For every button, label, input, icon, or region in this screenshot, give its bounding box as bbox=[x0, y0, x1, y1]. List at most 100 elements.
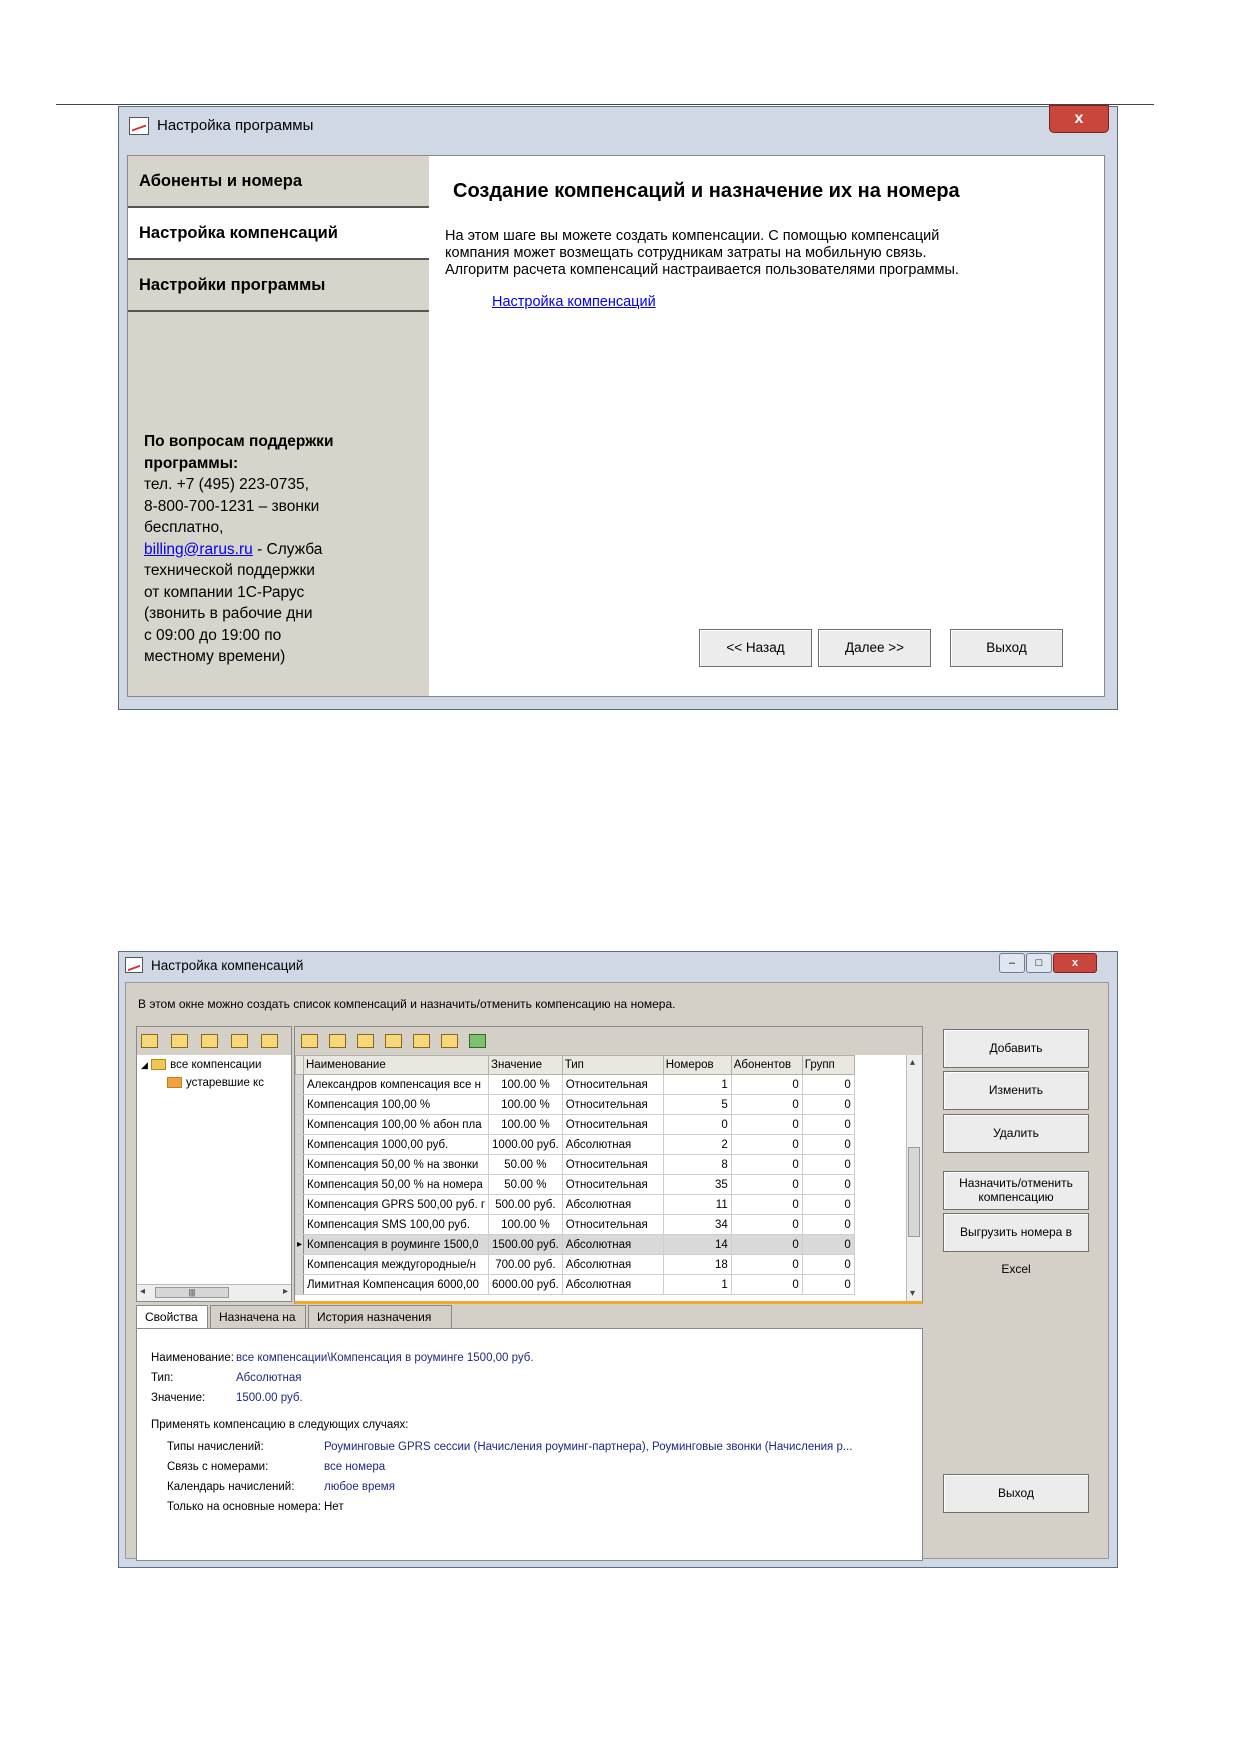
cell-value: 50.00 % bbox=[488, 1154, 563, 1175]
next-button[interactable]: Далее >> bbox=[818, 629, 931, 667]
new-folder-icon[interactable] bbox=[141, 1034, 158, 1048]
exit-button[interactable]: Выход bbox=[943, 1474, 1089, 1513]
grid-vertical-scrollbar[interactable]: ▴ ▾ bbox=[906, 1055, 922, 1301]
maximize-button[interactable]: □ bbox=[1026, 953, 1052, 973]
table-row[interactable]: Компенсация 50,00 % на звонки 50.00 % Отно… bbox=[295, 1154, 855, 1175]
column-header-subscribers[interactable]: Абонентов bbox=[730, 1055, 803, 1075]
delete-button[interactable]: Удалить bbox=[943, 1114, 1089, 1153]
column-header-value[interactable]: Значение bbox=[488, 1055, 563, 1075]
table-row[interactable]: Компенсация 100,00 % 100.00 % Относительна… bbox=[295, 1094, 855, 1115]
cell-type: Относительная bbox=[561, 1154, 664, 1175]
cell-type: Относительная bbox=[561, 1214, 664, 1235]
column-header-numbers[interactable]: Номеров bbox=[662, 1055, 732, 1075]
tab-assigned-to[interactable]: Назначена на bbox=[210, 1305, 306, 1328]
tab-assignment-history[interactable]: История назначения bbox=[308, 1305, 452, 1328]
name-value: все компенсации\Компенсация в роуминге 1… bbox=[236, 1352, 534, 1364]
nav-item-compensations[interactable]: Настройка компенсаций bbox=[128, 208, 429, 260]
move-item-icon[interactable] bbox=[385, 1034, 402, 1048]
table-row[interactable]: Компенсация междугородные/н 700.00 руб. Аб… bbox=[295, 1254, 855, 1275]
table-row[interactable]: Компенсация 50,00 % на номера 50.00 % Отно… bbox=[295, 1174, 855, 1195]
table-row[interactable]: Компенсация GPRS 500,00 руб. г 500.00 руб… bbox=[295, 1194, 855, 1215]
row-selector[interactable]: ▸ bbox=[295, 1234, 304, 1255]
row-selector[interactable] bbox=[295, 1174, 304, 1195]
export-excel-button[interactable]: Выгрузить номера в Excel bbox=[943, 1213, 1089, 1276]
main-only-label: Только на основные номера: bbox=[167, 1501, 321, 1513]
page-divider bbox=[56, 104, 1154, 105]
edit-button[interactable]: Изменить bbox=[943, 1071, 1089, 1110]
add-item-icon[interactable] bbox=[301, 1034, 318, 1048]
row-selector[interactable] bbox=[295, 1254, 304, 1275]
cell-groups: 0 bbox=[801, 1094, 855, 1115]
cell-value: 100.00 % bbox=[488, 1094, 563, 1115]
table-row[interactable]: ▸ Компенсация в роуминге 1500,0 1500.00 ру… bbox=[295, 1234, 855, 1255]
scroll-up-icon[interactable]: ▴ bbox=[910, 1057, 915, 1068]
row-selector[interactable] bbox=[295, 1194, 304, 1215]
cell-name: Компенсация 50,00 % на номера bbox=[302, 1174, 490, 1195]
close-button[interactable]: x bbox=[1053, 953, 1097, 973]
column-header-type[interactable]: Тип bbox=[561, 1055, 664, 1075]
properties-panel: Наименование: все компенсации\Компенсаци… bbox=[136, 1328, 923, 1561]
tree-node-obsolete[interactable]: устаревшие кс bbox=[167, 1077, 264, 1089]
tree-horizontal-scrollbar[interactable]: ◂ ||| ▸ bbox=[137, 1284, 291, 1301]
value-label: Значение: bbox=[151, 1392, 206, 1404]
row-selector[interactable] bbox=[295, 1274, 304, 1295]
numbers-value: все номера bbox=[324, 1461, 386, 1473]
tab-properties[interactable]: Свойства bbox=[136, 1305, 208, 1330]
column-header-name[interactable]: Наименование bbox=[302, 1055, 490, 1075]
cell-numbers: 1 bbox=[662, 1074, 732, 1095]
table-row[interactable]: Александров компенсация все н 100.00 % Отн… bbox=[295, 1074, 855, 1095]
cell-type: Абсолютная bbox=[561, 1194, 664, 1215]
close-button[interactable]: x bbox=[1049, 105, 1109, 133]
type-label: Тип: bbox=[151, 1372, 174, 1384]
add-button[interactable]: Добавить bbox=[943, 1029, 1089, 1068]
column-header-groups[interactable]: Групп bbox=[801, 1055, 855, 1075]
mark-delete-icon[interactable] bbox=[413, 1034, 430, 1048]
cell-type: Относительная bbox=[561, 1094, 664, 1115]
excel-icon[interactable] bbox=[469, 1034, 486, 1048]
cell-numbers: 18 bbox=[662, 1254, 732, 1275]
app-icon bbox=[129, 117, 149, 135]
scroll-thumb[interactable] bbox=[908, 1147, 920, 1237]
assign-compensation-button[interactable]: Назначить/отменить компенсацию bbox=[943, 1171, 1089, 1210]
scroll-down-icon[interactable]: ▾ bbox=[910, 1288, 915, 1299]
table-row[interactable]: Компенсация SMS 100,00 руб. 100.00 % Относ… bbox=[295, 1214, 855, 1235]
cell-numbers: 0 bbox=[662, 1114, 732, 1135]
row-selector[interactable] bbox=[295, 1114, 304, 1135]
support-heading: По вопросам поддержки программы: bbox=[144, 433, 334, 472]
row-selector[interactable] bbox=[295, 1154, 304, 1175]
table-row[interactable]: Компенсация 100,00 % абон пла 100.00 % Отн… bbox=[295, 1114, 855, 1135]
calendar-value: любое время bbox=[324, 1481, 395, 1493]
row-selector[interactable] bbox=[295, 1094, 304, 1115]
expand-arrow-icon[interactable]: ◢ bbox=[141, 1060, 148, 1070]
exit-button[interactable]: Выход bbox=[950, 629, 1063, 667]
row-selector[interactable] bbox=[295, 1074, 304, 1095]
refresh-folder-icon[interactable] bbox=[261, 1034, 278, 1048]
move-folder-icon[interactable] bbox=[201, 1034, 218, 1048]
window-titlebar: Настройка программы x bbox=[119, 105, 1117, 147]
edit-item-icon[interactable] bbox=[329, 1034, 346, 1048]
row-selector[interactable] bbox=[295, 1214, 304, 1235]
minimize-button[interactable]: – bbox=[999, 953, 1025, 973]
scroll-left-icon[interactable]: ◂ bbox=[140, 1286, 145, 1297]
delete-folder-icon[interactable] bbox=[231, 1034, 248, 1048]
cell-groups: 0 bbox=[801, 1254, 855, 1275]
scroll-right-icon[interactable]: ▸ bbox=[283, 1286, 288, 1297]
back-button[interactable]: << Назад bbox=[699, 629, 812, 667]
table-row[interactable]: Компенсация 1000,00 руб. 1000.00 руб. Абсо… bbox=[295, 1134, 855, 1155]
copy-item-icon[interactable] bbox=[357, 1034, 374, 1048]
scroll-thumb[interactable]: ||| bbox=[155, 1287, 229, 1298]
cell-value: 100.00 % bbox=[488, 1214, 563, 1235]
table-row[interactable]: Лимитная Компенсация 6000,00 6000.00 руб.… bbox=[295, 1274, 855, 1295]
nav-item-subscribers[interactable]: Абоненты и номера bbox=[128, 156, 429, 208]
cell-subscribers: 0 bbox=[730, 1134, 803, 1155]
cell-numbers: 34 bbox=[662, 1214, 732, 1235]
tree-node-all[interactable]: ◢ все компенсации bbox=[141, 1059, 261, 1071]
row-selector[interactable] bbox=[295, 1134, 304, 1155]
hierarchy-icon[interactable] bbox=[441, 1034, 458, 1048]
cell-name: Компенсация 100,00 % bbox=[302, 1094, 490, 1115]
support-email-link[interactable]: billing@rarus.ru bbox=[144, 541, 253, 558]
nav-item-program-settings[interactable]: Настройки программы bbox=[128, 260, 429, 312]
support-free-line: 8-800-700-1231 – звонки bbox=[144, 497, 320, 515]
compensation-settings-link[interactable]: Настройка компенсаций bbox=[492, 294, 656, 310]
edit-folder-icon[interactable] bbox=[171, 1034, 188, 1048]
